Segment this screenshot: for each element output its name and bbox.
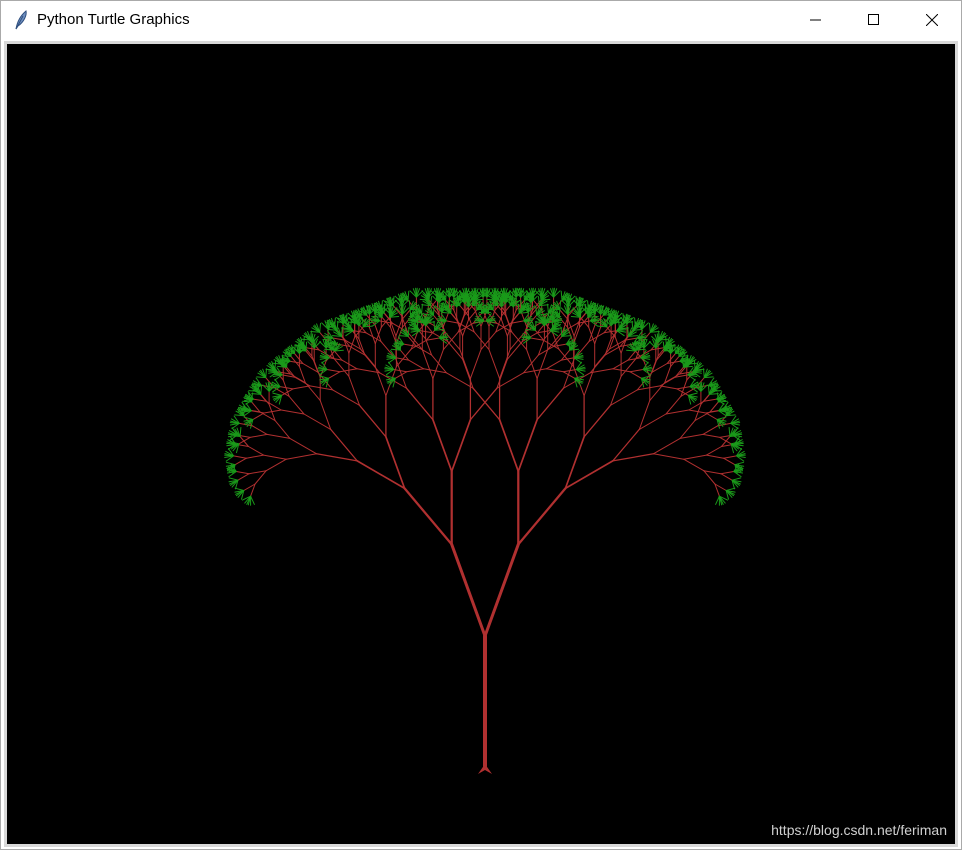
tree-leaf [678, 355, 689, 357]
turtle-canvas[interactable]: https://blog.csdn.net/feriman [7, 44, 955, 844]
tree-leaf [305, 341, 308, 352]
fractal-tree [7, 44, 955, 844]
watermark-text: https://blog.csdn.net/feriman [771, 822, 947, 838]
tree-leaf [436, 319, 447, 322]
tree-leaf [348, 321, 359, 324]
tree-leaf [414, 321, 425, 324]
tree-leaf [400, 293, 402, 304]
canvas-frame: https://blog.csdn.net/feriman [4, 41, 958, 847]
tree-leaf [558, 307, 561, 318]
tree-leaf [323, 336, 334, 339]
minimize-icon [810, 14, 822, 26]
tree-leaf [551, 310, 554, 321]
feather-icon [13, 10, 29, 30]
tree-leaf [241, 409, 252, 412]
tree-leaf [459, 296, 462, 307]
tree-leaf [474, 319, 485, 322]
tree-leaf [272, 373, 283, 376]
tree-leaf [504, 293, 507, 304]
app-window: Python Turtle Graphics https://blog.csdn… [0, 0, 962, 850]
tree-leaf [579, 307, 582, 318]
minimize-button[interactable] [787, 1, 845, 39]
close-icon [926, 14, 938, 26]
tree-leaf [532, 290, 535, 301]
tree-leaf [251, 384, 262, 386]
tree-leaf [248, 390, 259, 392]
maximize-icon [868, 14, 880, 26]
tree-leaf [523, 290, 525, 301]
tree-leaf [260, 384, 262, 395]
tree-leaf [370, 319, 381, 322]
tree-leaf [717, 392, 719, 403]
tree-leaf [511, 290, 514, 301]
title-bar[interactable]: Python Turtle Graphics [1, 1, 961, 39]
close-button[interactable] [903, 1, 961, 39]
tree-leaf [568, 340, 571, 351]
tree-leaf [703, 376, 714, 379]
tree-leaf [662, 341, 665, 352]
window-title: Python Turtle Graphics [37, 11, 190, 28]
tree-leaf [407, 319, 418, 322]
tree-leaf [521, 336, 532, 339]
tree-leaf [256, 376, 267, 379]
tree-leaf [708, 384, 710, 395]
tree-leaf [445, 290, 447, 301]
maximize-button[interactable] [845, 1, 903, 39]
tree-leaf [669, 343, 672, 354]
canvas-background [7, 44, 955, 844]
